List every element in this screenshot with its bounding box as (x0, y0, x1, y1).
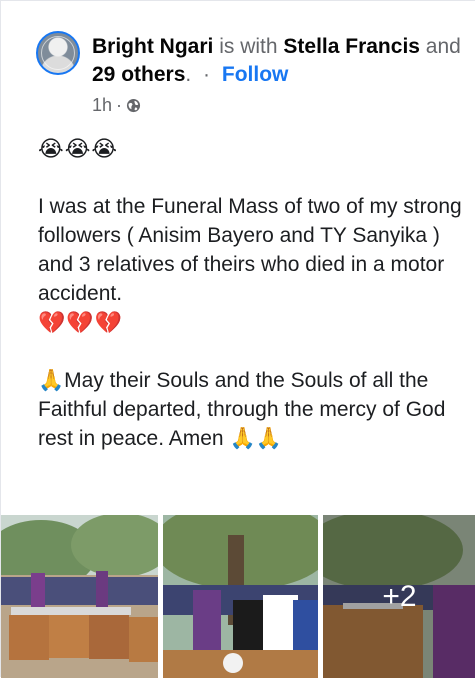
post-headline: Bright Ngari is with Stella Francis and … (92, 35, 461, 86)
photo-3[interactable]: +2 (323, 515, 475, 678)
post-header: Bright Ngari is with Stella Francis and … (36, 31, 467, 121)
meta-dot: · (116, 95, 123, 115)
globe-icon[interactable] (126, 98, 141, 113)
post-paragraph-1: I was at the Funeral Mass of two of my s… (38, 195, 468, 305)
broken-heart-emoji-row: 💔💔💔 (38, 310, 124, 335)
separator-dot: · (203, 63, 211, 86)
post-meta: 1h · (92, 95, 141, 116)
others-link[interactable]: 29 others (92, 63, 185, 86)
post-card: Bright Ngari is with Stella Francis and … (0, 0, 475, 678)
follow-button[interactable]: Follow (222, 63, 289, 86)
photo-1[interactable] (1, 515, 158, 678)
photo-grid: +2 (1, 515, 475, 678)
post-paragraph-2: 🙏May their Souls and the Souls of all th… (38, 369, 452, 450)
author-avatar[interactable] (36, 31, 80, 75)
photo-2[interactable] (163, 515, 318, 678)
author-name[interactable]: Bright Ngari (92, 35, 213, 58)
with-text: is with (219, 35, 278, 58)
and-text: and (425, 35, 461, 58)
tagged-name[interactable]: Stella Francis (283, 35, 420, 58)
more-photos-count[interactable]: +2 (323, 515, 475, 678)
crying-emoji-row: 😭😭😭 (38, 136, 119, 161)
post-text: 😭😭😭 I was at the Funeral Mass of two of … (38, 134, 468, 453)
post-time[interactable]: 1h (92, 95, 112, 116)
